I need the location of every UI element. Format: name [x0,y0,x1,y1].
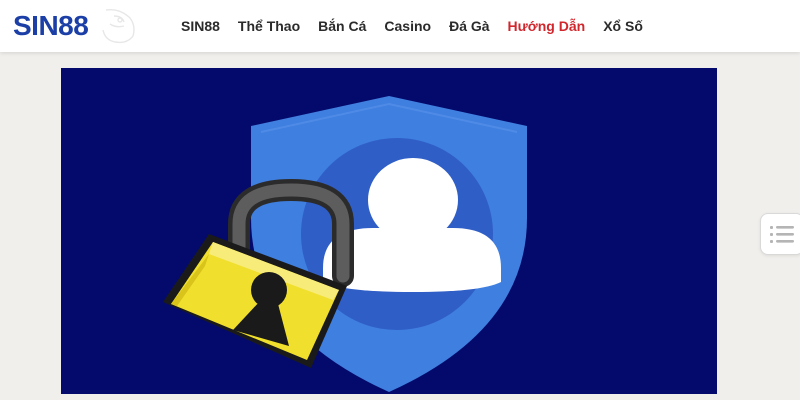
article-banner-image [61,68,717,394]
table-of-contents-button[interactable] [760,213,800,255]
logo-graphic: SIN88 [13,8,135,44]
site-header: SIN88 SIN88 Thể Thao Bắn Cá Casino Đá Gà… [0,0,800,52]
nav-item-casino[interactable]: Casino [375,0,440,52]
nav-item-huong-dan[interactable]: Hướng Dẫn [499,0,595,52]
nav-item-the-thao[interactable]: Thể Thao [229,0,309,52]
nav-item-da-ga[interactable]: Đá Gà [440,0,498,52]
logo-text: SIN88 [13,10,88,41]
security-illustration [163,96,527,392]
nav-item-ban-ca[interactable]: Bắn Cá [309,0,375,52]
list-icon [770,226,794,243]
nav-item-xo-so[interactable]: Xổ Số [594,0,652,52]
main-nav: SIN88 Thể Thao Bắn Cá Casino Đá Gà Hướng… [172,0,652,52]
site-logo[interactable]: SIN88 [10,6,145,46]
nav-item-sin88[interactable]: SIN88 [172,0,229,52]
